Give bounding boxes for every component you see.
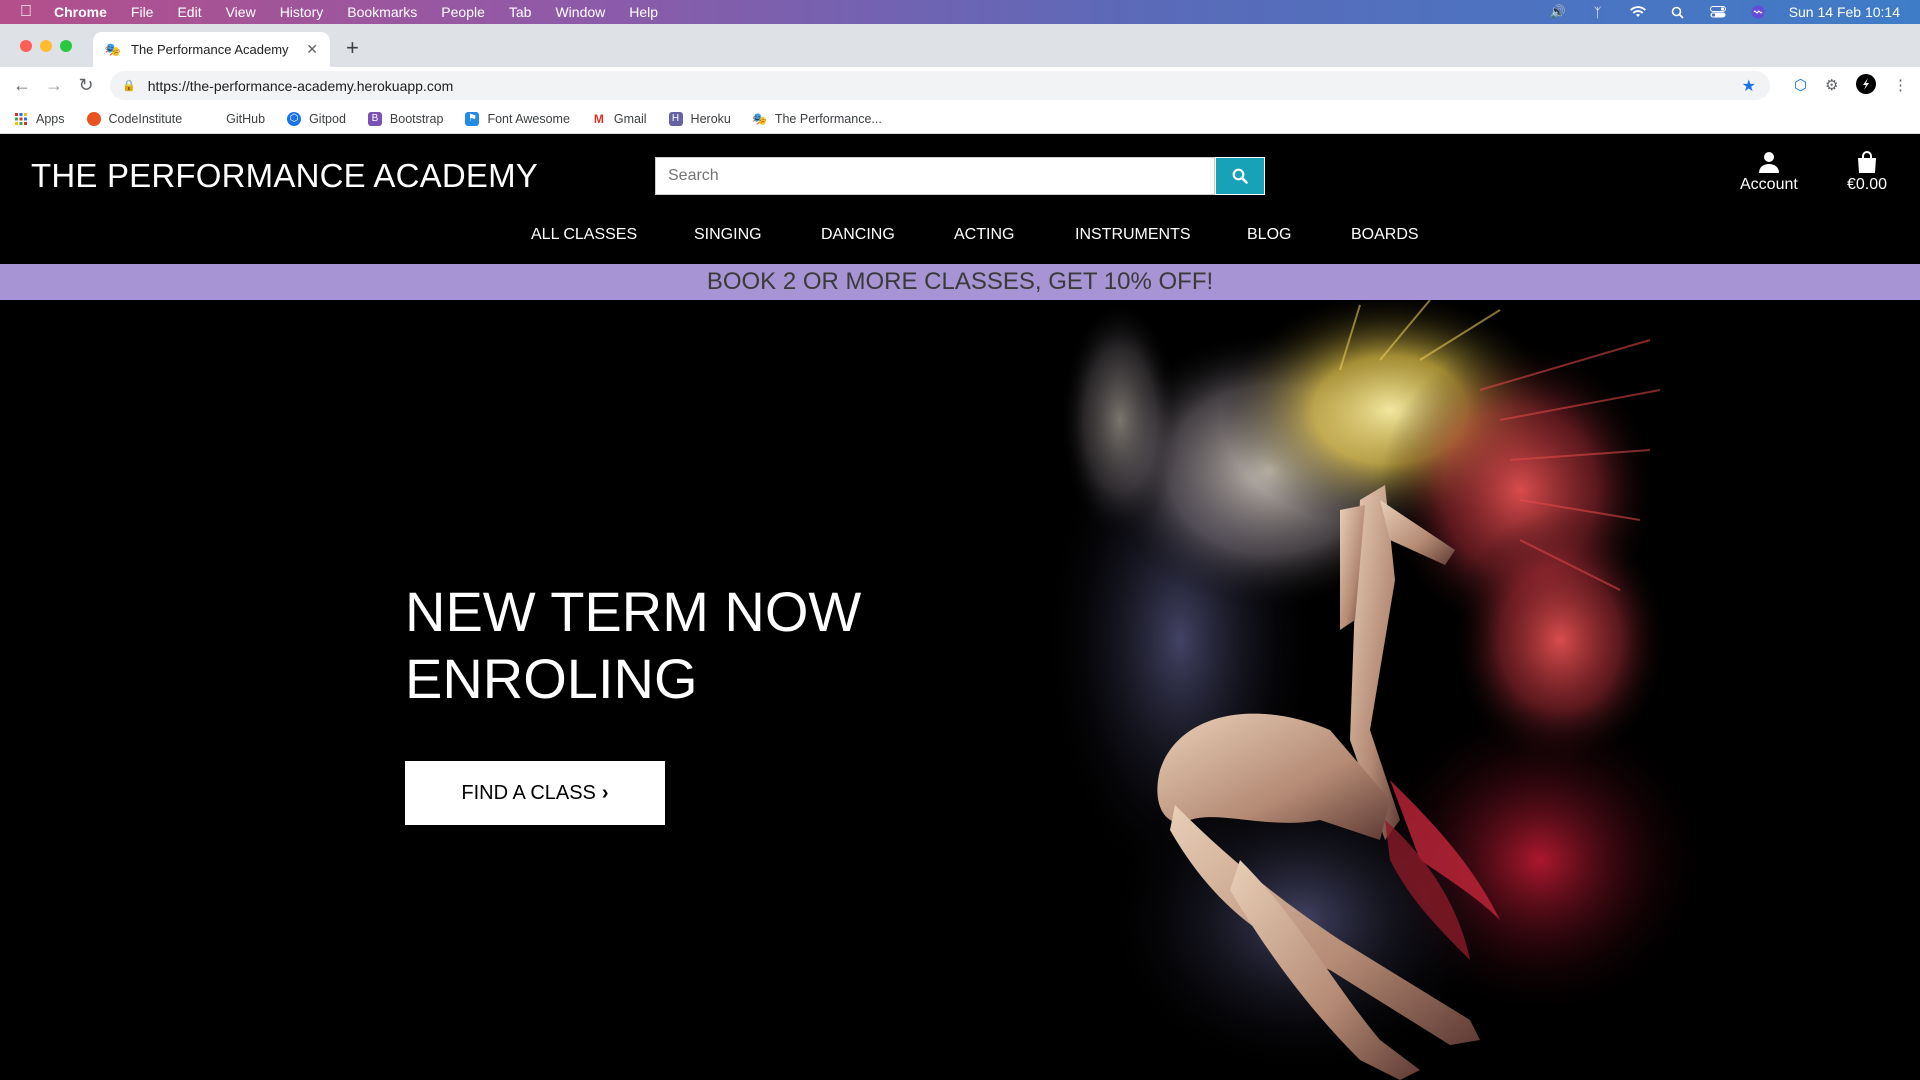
bootstrap-icon: B [367,111,382,126]
bookmark-star-icon[interactable]: ★ [1742,76,1756,96]
bookmark-gmail[interactable]: M Gmail [592,112,647,126]
menu-people[interactable]: People [441,4,485,20]
menu-help[interactable]: Help [629,4,658,20]
tab-title: The Performance Academy [131,42,289,57]
wifi-icon[interactable] [1629,5,1647,19]
bookmark-label: Bootstrap [389,111,444,126]
close-window-button[interactable] [20,40,32,52]
control-center-icon[interactable] [1709,5,1727,19]
account-label: Account [1740,176,1798,193]
browser-toolbar: ← → ↻ 🔒 https://the-performance-academy.… [0,67,1920,104]
search-icon [1232,168,1248,184]
theatre-masks-icon: 🎭 [104,41,122,57]
bookmarks-bar: Apps CodeInstitute GitHub ⬡ Gitpod B Boo… [0,104,1920,134]
bookmark-label: Heroku [690,111,731,126]
siri-icon[interactable] [1749,5,1767,19]
chevron-right-icon: › [601,781,609,804]
codeinstitute-icon [86,111,101,126]
bookmark-apps[interactable]: Apps [14,112,65,126]
menu-app-name[interactable]: Chrome [54,4,107,20]
promo-banner: BOOK 2 OR MORE CLASSES, GET 10% OFF! [0,264,1920,300]
bookmark-heroku[interactable]: H Heroku [668,111,731,126]
zoom-window-button[interactable] [60,40,72,52]
search-form [655,157,1265,195]
menu-bookmarks[interactable]: Bookmarks [347,4,417,20]
nav-instruments[interactable]: INSTRUMENTS [1075,226,1191,244]
bookmark-gitpod[interactable]: ⬡ Gitpod [287,111,346,126]
menu-tab[interactable]: Tab [509,4,532,20]
bookmark-label: Gmail [613,111,647,126]
font-awesome-icon: ⚑ [465,111,480,126]
menu-view[interactable]: View [226,4,256,20]
bookmark-label: Apps [36,111,65,126]
lock-icon[interactable]: 🔒 [122,79,136,92]
extension-hexagon-icon[interactable]: ⬡ [1794,76,1807,94]
menu-edit[interactable]: Edit [177,4,201,20]
hero-heading: NEW TERM NOW ENROLING [405,580,862,710]
forward-arrow-icon[interactable]: → [38,75,70,96]
account-link[interactable]: Account [1740,151,1798,194]
gmail-icon: M [593,111,604,126]
bookmark-bootstrap[interactable]: B Bootstrap [367,111,444,126]
site-logo[interactable]: THE PERFORMANCE ACADEMY [31,157,538,195]
bookmark-performance[interactable]: 🎭 The Performance... [752,111,882,126]
bookmark-label: GitHub [226,111,266,126]
nav-acting[interactable]: ACTING [954,226,1014,244]
chrome-menu-icon[interactable]: ⋮ [1893,76,1908,94]
bookmark-label: The Performance... [774,111,882,126]
menu-clock[interactable]: Sun 14 Feb 10:14 [1789,4,1900,20]
url-text[interactable]: https://the-performance-academy.herokuap… [148,78,454,94]
theatre-masks-icon: 🎭 [752,111,768,126]
apps-grid-icon [14,112,28,126]
extensions-puzzle-icon[interactable]: ⚙ [1825,76,1838,94]
address-bar[interactable]: 🔒 https://the-performance-academy.heroku… [110,71,1770,100]
cart-total: €0.00 [1847,176,1888,193]
window-controls [20,40,72,52]
heroku-icon: H [668,111,683,126]
browser-tab-strip: 🎭 The Performance Academy ✕ + [0,24,1920,67]
close-tab-icon[interactable]: ✕ [306,41,318,58]
menu-window[interactable]: Window [555,4,605,20]
spotlight-search-icon[interactable] [1669,5,1687,19]
back-arrow-icon[interactable]: ← [6,75,38,96]
shopping-bag-icon [1858,151,1877,173]
bookmark-label: Gitpod [309,111,346,126]
bookmark-font-awesome[interactable]: ⚑ Font Awesome [465,111,570,126]
minimize-window-button[interactable] [40,40,52,52]
volume-icon[interactable]: 🔊 [1549,4,1567,19]
nav-all-classes[interactable]: ALL CLASSES [531,226,637,244]
apple-menu-icon[interactable]:  [20,3,32,21]
menu-file[interactable]: File [131,4,154,20]
nav-blog[interactable]: BLOG [1247,226,1291,244]
menu-history[interactable]: History [280,4,324,20]
search-input[interactable] [655,157,1215,195]
dancer-powder-image [1040,300,1710,1080]
nav-singing[interactable]: SINGING [694,226,762,244]
profile-avatar[interactable] [1856,74,1876,98]
bookmark-label: Font Awesome [487,111,570,126]
find-a-class-label: FIND A CLASS [461,781,596,804]
browser-tab-active[interactable]: 🎭 The Performance Academy ✕ [93,32,330,67]
user-icon [1758,152,1779,173]
bookmark-label: CodeInstitute [108,111,183,126]
site-header: THE PERFORMANCE ACADEMY Account €0.00 AL… [0,135,1920,264]
github-icon [204,112,218,126]
nav-boards[interactable]: BOARDS [1351,226,1419,244]
cart-link[interactable]: €0.00 [1847,151,1887,194]
macos-menu-bar:  Chrome File Edit View History Bookmark… [0,0,1920,24]
gitpod-icon: ⬡ [287,111,302,126]
nav-dancing[interactable]: DANCING [821,226,895,244]
reload-icon[interactable]: ↻ [70,75,102,96]
search-button[interactable] [1215,157,1265,195]
bookmark-github[interactable]: GitHub [204,112,265,126]
main-nav: ALL CLASSES SINGING DANCING ACTING INSTR… [0,226,1920,256]
hero-section: NEW TERM NOW ENROLING FIND A CLASS › [0,300,1920,1080]
bluetooth-icon[interactable]: ᛉ [1589,5,1607,20]
bookmark-codeinstitute[interactable]: CodeInstitute [86,111,183,126]
find-a-class-button[interactable]: FIND A CLASS › [405,761,665,825]
new-tab-button[interactable]: + [346,37,359,59]
